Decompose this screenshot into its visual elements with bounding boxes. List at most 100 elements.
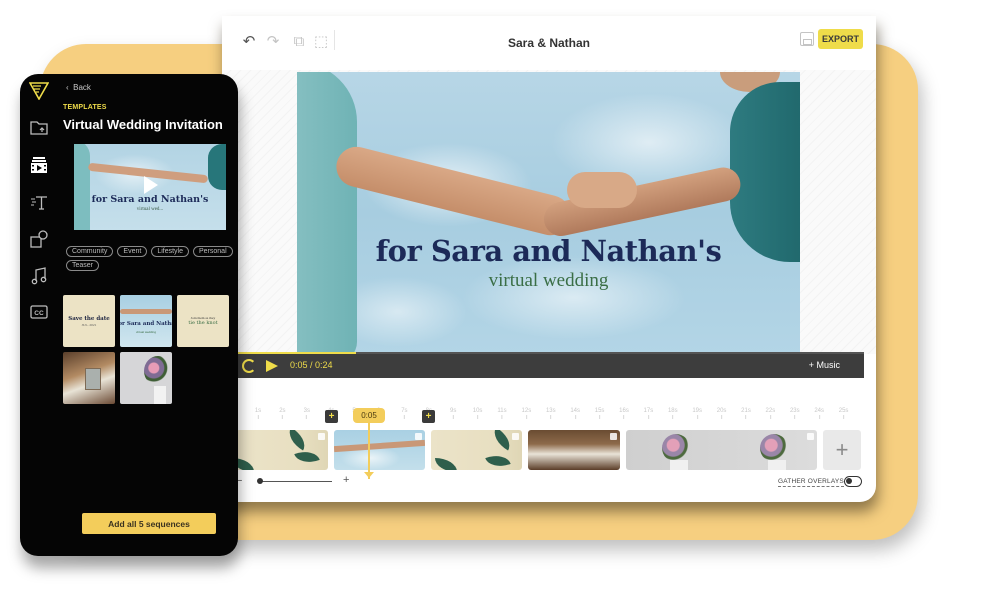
leaf-decoration (435, 458, 457, 470)
progress-bar[interactable] (222, 352, 864, 354)
leaf-decoration (283, 430, 311, 451)
zoom-slider-track[interactable] (260, 481, 332, 482)
export-button[interactable]: EXPORT (818, 29, 863, 49)
add-clip-button[interactable]: + (823, 430, 861, 470)
captions-icon[interactable]: CC (29, 302, 49, 322)
timeline-tick: 23s (790, 408, 800, 419)
tag-chip[interactable]: Teaser (66, 260, 100, 271)
arm-left (332, 142, 575, 240)
timeline-tick: 2s (279, 408, 285, 419)
back-link[interactable]: ‹ Back (66, 83, 91, 92)
thumbnail-sign (85, 368, 101, 390)
zoom-in-button[interactable]: + (343, 474, 349, 486)
timeline-clip[interactable] (236, 430, 328, 470)
sequence-thumbnail[interactable]: Join them as they tie the knot (177, 295, 229, 347)
timeline-clip[interactable] (431, 430, 522, 470)
clip-badge (610, 433, 617, 440)
template-preview[interactable]: for Sara and Nathan's virtual wed... (74, 144, 226, 230)
add-music-button[interactable]: + Music (809, 360, 840, 370)
zoom-slider-knob[interactable] (257, 478, 263, 484)
thumbnail-subtitle: JUL. 2021 (81, 322, 97, 327)
flower-decoration (662, 434, 690, 462)
tag-chip[interactable]: Event (117, 246, 148, 257)
section-label: TEMPLATES (63, 104, 107, 111)
tag-chip[interactable]: Personal (193, 246, 233, 257)
play-icon[interactable] (266, 360, 278, 372)
video-subtitle-text[interactable]: virtual wedding (297, 270, 800, 292)
timeline-tick: 10s (473, 408, 483, 419)
timeline-tick: 20s (717, 408, 727, 419)
replay-icon[interactable] (242, 359, 256, 373)
timeline-tick: 9s (450, 408, 456, 419)
time-display: 0:05 / 0:24 (290, 360, 333, 370)
timeline-clip[interactable] (334, 430, 425, 470)
preview-title: for Sara and Nathan's (91, 194, 209, 205)
stage: ↶ ↷ ⧉ ⬚ Sara & Nathan EXPORT for Sara an… (0, 0, 984, 600)
holding-hands (567, 172, 637, 208)
playhead-handle[interactable]: 0:05 (353, 408, 385, 423)
video-title-text[interactable]: for Sara and Nathan's (297, 234, 800, 268)
player-controls: 0:05 / 0:24 + Music (222, 352, 864, 378)
vase-decoration (768, 460, 786, 470)
thumbnail-subtitle: virtual wedding (135, 330, 156, 334)
tag-chip[interactable]: Community (66, 246, 114, 257)
timeline-tick: 18s (668, 408, 678, 419)
sidebar-rail: CC (20, 74, 58, 556)
thumbnail-flower (144, 356, 172, 386)
timeline-tick: 14s (570, 408, 580, 419)
tag-list: Community Event Lifestyle Personal Tease… (66, 246, 236, 271)
media-library-icon[interactable] (29, 155, 49, 175)
music-icon[interactable] (29, 266, 49, 286)
gather-overlays-toggle[interactable] (844, 476, 862, 487)
tag-chip[interactable]: Lifestyle (151, 246, 189, 257)
sequence-thumbnail[interactable]: Save the date JUL. 2021 (63, 295, 115, 347)
play-icon[interactable] (144, 176, 158, 194)
thumbnail-title: Save the date (68, 315, 110, 322)
thumbnail-vase (154, 386, 166, 404)
timeline-ruler[interactable]: 1s2s3s4s5s6s7s8s9s10s11s12s13s14s15s16s1… (222, 408, 876, 424)
timeline-tick: 17s (644, 408, 654, 419)
editor-toolbar: ↶ ↷ ⧉ ⬚ Sara & Nathan EXPORT (222, 16, 876, 66)
playhead-line[interactable] (368, 423, 370, 479)
template-title: Virtual Wedding Invitation (63, 117, 223, 132)
svg-text:CC: CC (34, 310, 44, 317)
add-marker-button[interactable]: + (325, 410, 338, 423)
video-preview[interactable]: for Sara and Nathan's virtual wedding (297, 72, 800, 354)
timeline-zoom: − + (222, 474, 422, 488)
add-marker-button[interactable]: + (422, 410, 435, 423)
upload-folder-icon[interactable] (29, 118, 49, 138)
progress-fill (222, 352, 356, 354)
document-title[interactable]: Sara & Nathan (222, 36, 876, 50)
sequence-thumbnail[interactable]: for Sara and Nathan's virtual wedding (120, 295, 172, 347)
sequence-thumbnail[interactable] (63, 352, 115, 404)
thumbnail-title: for Sara and Nathan's (120, 321, 172, 327)
clip-badge (807, 433, 814, 440)
logo-icon[interactable] (29, 82, 49, 100)
hands-strip (334, 439, 425, 453)
leaf-decoration (236, 458, 254, 470)
timeline-tick: 13s (546, 408, 556, 419)
timeline-tick: 21s (741, 408, 751, 419)
templates-panel: CC ‹ Back TEMPLATES Virtual Wedding Invi… (20, 74, 238, 556)
flower-decoration (760, 434, 788, 462)
timeline-tick: 22s (766, 408, 776, 419)
timeline-tick: 3s (304, 408, 310, 419)
sequence-thumbnail[interactable] (120, 352, 172, 404)
person-left (297, 72, 357, 354)
text-icon[interactable] (29, 192, 49, 212)
timeline-tick: 12s (522, 408, 532, 419)
preview-person-left (74, 144, 90, 230)
add-all-sequences-button[interactable]: Add all 5 sequences (82, 513, 216, 534)
timeline-tick: 1s (255, 408, 261, 419)
shapes-icon[interactable] (29, 229, 49, 249)
save-icon[interactable] (800, 32, 814, 46)
timeline-clip[interactable] (528, 430, 620, 470)
clip-badge (318, 433, 325, 440)
preview-subtitle: virtual wed... (136, 207, 164, 212)
timeline-tick: 24s (814, 408, 824, 419)
clip-badge (512, 433, 519, 440)
canvas-area: for Sara and Nathan's virtual wedding (222, 70, 876, 354)
timeline-clip[interactable] (626, 430, 817, 470)
leaf-decoration (294, 446, 320, 468)
clip-badge (415, 433, 422, 440)
